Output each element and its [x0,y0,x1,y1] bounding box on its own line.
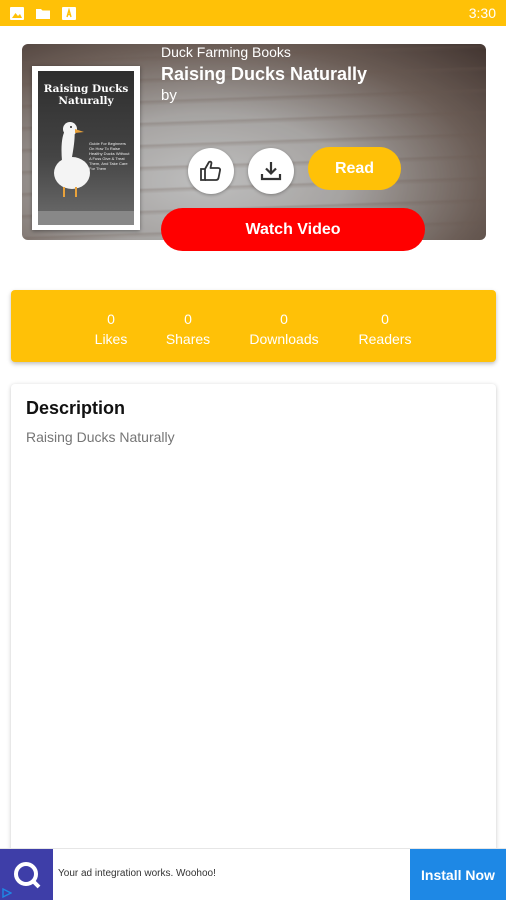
description-heading: Description [26,398,126,418]
description-card: Description Raising Ducks Naturally [11,384,496,864]
cover-ground [38,211,134,225]
description-text: Raising Ducks Naturally [26,429,175,445]
install-now-button[interactable]: Install Now [410,849,506,900]
app-icon [62,6,76,20]
stat-readers-label: Readers [358,331,412,347]
status-time: 3:30 [468,5,496,21]
status-bar: 3:30 [0,0,506,26]
book-meta: Duck Farming Books Raising Ducks Natural… [161,44,367,104]
book-category: Duck Farming Books [161,44,291,60]
cover-title: Raising Ducks Naturally [43,83,129,107]
ad-choices-icon[interactable] [2,888,12,898]
like-button[interactable] [188,148,234,194]
book-cover[interactable]: Raising Ducks Naturally Guide For Beginn… [32,66,140,230]
read-button[interactable]: Read [308,147,401,190]
cover-subtitle: Guide For Beginners On How To Raise Heal… [89,141,130,171]
ad-text: Your ad integration works. Woohoo! [58,868,216,879]
watch-video-button[interactable]: Watch Video [161,208,425,251]
folder-icon [36,8,50,19]
stat-shares-value: 0 [184,311,192,327]
stat-downloads-value: 0 [280,311,288,327]
stat-shares: 0 Shares [161,309,215,349]
stat-readers: 0 Readers [356,309,414,349]
ad-logo-icon [13,862,40,889]
download-button[interactable] [248,148,294,194]
stats-panel: 0 Likes 0 Shares 0 Downloads 0 Readers [11,290,496,362]
image-icon [10,6,24,20]
book-cover-art: Raising Ducks Naturally Guide For Beginn… [38,71,134,225]
stat-likes-label: Likes [94,331,128,347]
stat-likes-value: 0 [107,311,115,327]
duck-illustration [54,122,90,197]
stat-likes: 0 Likes [87,309,135,349]
stat-downloads-label: Downloads [249,331,319,347]
download-icon [260,162,282,181]
book-title: Raising Ducks Naturally [161,64,368,84]
status-icons [10,6,76,20]
stat-shares-label: Shares [165,331,211,347]
ad-banner[interactable]: Your ad integration works. Woohoo! Insta… [0,848,506,900]
thumbs-up-icon [200,160,221,181]
book-author: by [161,87,177,104]
stat-readers-value: 0 [381,311,389,327]
stat-downloads: 0 Downloads [243,309,325,349]
